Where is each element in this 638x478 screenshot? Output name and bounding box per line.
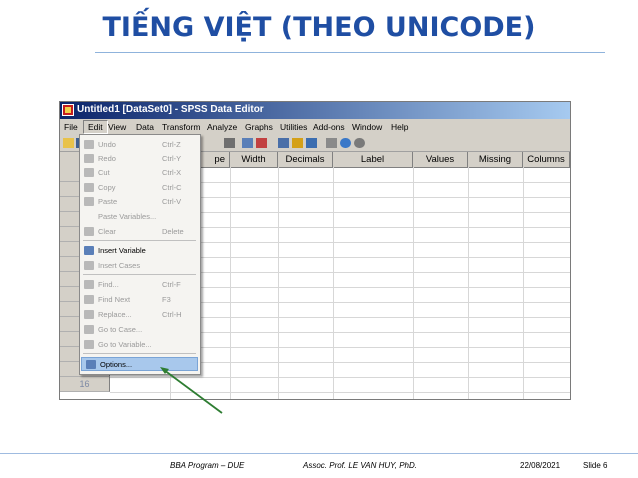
menu-item-paste-variables[interactable]: Paste Variables... bbox=[80, 210, 200, 224]
open-folder-icon[interactable] bbox=[63, 138, 74, 148]
window-title: Untitled1 [DataSet0] - SPSS Data Editor bbox=[77, 104, 264, 115]
menu-item-options[interactable]: Options... bbox=[81, 357, 198, 371]
show-all-icon[interactable] bbox=[354, 138, 365, 148]
edit-dropdown-menu: Undo Ctrl-Z Redo Ctrl-Y Cut Ctrl-X Copy Ctrl… bbox=[79, 134, 201, 375]
footer-author: Assoc. Prof. LE VAN HUY, PhD. bbox=[303, 461, 417, 470]
grid-line bbox=[230, 167, 231, 399]
replace-icon bbox=[84, 310, 94, 319]
binoculars-icon bbox=[84, 280, 94, 289]
copy-icon bbox=[84, 183, 94, 192]
grid-line bbox=[333, 167, 334, 399]
cut-icon bbox=[84, 168, 94, 177]
row-header-16[interactable]: 16 bbox=[60, 377, 110, 392]
menu-item-cut[interactable]: Cut Ctrl-X bbox=[80, 166, 200, 180]
menu-item-go-to-case[interactable]: Go to Case... bbox=[80, 323, 200, 337]
menu-separator bbox=[83, 274, 196, 275]
menubar: File Edit View Data Transform Analyze Gr… bbox=[60, 119, 570, 135]
go-to-case-icon bbox=[84, 325, 94, 334]
spss-app-icon bbox=[62, 104, 74, 116]
split-file-icon[interactable] bbox=[278, 138, 289, 148]
use-sets-icon[interactable] bbox=[340, 138, 351, 148]
column-header-values[interactable]: Values bbox=[413, 152, 468, 167]
menu-item-paste[interactable]: Paste Ctrl-V bbox=[80, 195, 200, 209]
menu-item-replace[interactable]: Replace... Ctrl-H bbox=[80, 308, 200, 322]
menu-view[interactable]: View bbox=[108, 122, 126, 132]
eraser-icon bbox=[84, 227, 94, 236]
grid-line bbox=[468, 167, 469, 399]
title-rule bbox=[95, 52, 605, 53]
value-labels-icon[interactable] bbox=[326, 138, 337, 148]
menu-data[interactable]: Data bbox=[136, 122, 154, 132]
window-titlebar: Untitled1 [DataSet0] - SPSS Data Editor bbox=[60, 102, 570, 119]
grid-line bbox=[413, 167, 414, 399]
menu-item-go-to-variable[interactable]: Go to Variable... bbox=[80, 338, 200, 352]
weight-cases-icon[interactable] bbox=[292, 138, 303, 148]
go-to-variable-icon bbox=[84, 340, 94, 349]
menu-item-redo[interactable]: Redo Ctrl-Y bbox=[80, 152, 200, 166]
footer-program: BBA Program – DUE bbox=[170, 461, 245, 470]
menu-window[interactable]: Window bbox=[352, 122, 382, 132]
insert-cases-icon[interactable] bbox=[256, 138, 267, 148]
menu-item-undo[interactable]: Undo Ctrl-Z bbox=[80, 138, 200, 152]
column-header-missing[interactable]: Missing bbox=[468, 152, 523, 167]
menu-help[interactable]: Help bbox=[391, 122, 408, 132]
menu-add-ons[interactable]: Add-ons bbox=[313, 122, 345, 132]
footer-date: 22/08/2021 bbox=[520, 461, 561, 470]
grid-line bbox=[110, 392, 570, 393]
binoculars-icon[interactable] bbox=[224, 138, 235, 148]
insert-variable-icon bbox=[84, 246, 94, 255]
menu-utilities[interactable]: Utilities bbox=[280, 122, 307, 132]
column-header-width[interactable]: Width bbox=[230, 152, 278, 167]
menu-transform[interactable]: Transform bbox=[162, 122, 200, 132]
column-header-decimals[interactable]: Decimals bbox=[278, 152, 333, 167]
menu-item-find-next[interactable]: Find Next F3 bbox=[80, 293, 200, 307]
menu-edit[interactable]: Edit bbox=[83, 120, 108, 134]
slide-title: TIẾNG VIỆT (THEO UNICODE) bbox=[102, 12, 536, 43]
column-header-columns[interactable]: Columns bbox=[523, 152, 570, 167]
grid-line bbox=[523, 167, 524, 399]
column-header-label[interactable]: Label bbox=[333, 152, 413, 167]
grid-line bbox=[278, 167, 279, 399]
menu-analyze[interactable]: Analyze bbox=[207, 122, 237, 132]
menu-item-find[interactable]: Find... Ctrl-F bbox=[80, 278, 200, 292]
select-cases-icon[interactable] bbox=[306, 138, 317, 148]
options-icon bbox=[86, 360, 96, 369]
footer-slide-number: Slide 6 bbox=[583, 461, 608, 470]
menu-item-copy[interactable]: Copy Ctrl-C bbox=[80, 181, 200, 195]
menu-separator bbox=[83, 353, 196, 354]
find-next-icon bbox=[84, 295, 94, 304]
menu-item-insert-cases[interactable]: Insert Cases bbox=[80, 259, 200, 273]
goto-case-icon[interactable] bbox=[242, 138, 253, 148]
undo-icon bbox=[84, 140, 94, 149]
grid-line bbox=[110, 377, 570, 378]
menu-graphs[interactable]: Graphs bbox=[245, 122, 273, 132]
insert-cases-icon bbox=[84, 261, 94, 270]
redo-icon bbox=[84, 154, 94, 163]
menu-item-insert-variable[interactable]: Insert Variable bbox=[80, 244, 200, 258]
footer-rule bbox=[0, 453, 638, 454]
menu-item-clear[interactable]: Clear Delete bbox=[80, 225, 200, 239]
menu-separator bbox=[83, 240, 196, 241]
paste-icon bbox=[84, 197, 94, 206]
menu-file[interactable]: File bbox=[64, 122, 78, 132]
